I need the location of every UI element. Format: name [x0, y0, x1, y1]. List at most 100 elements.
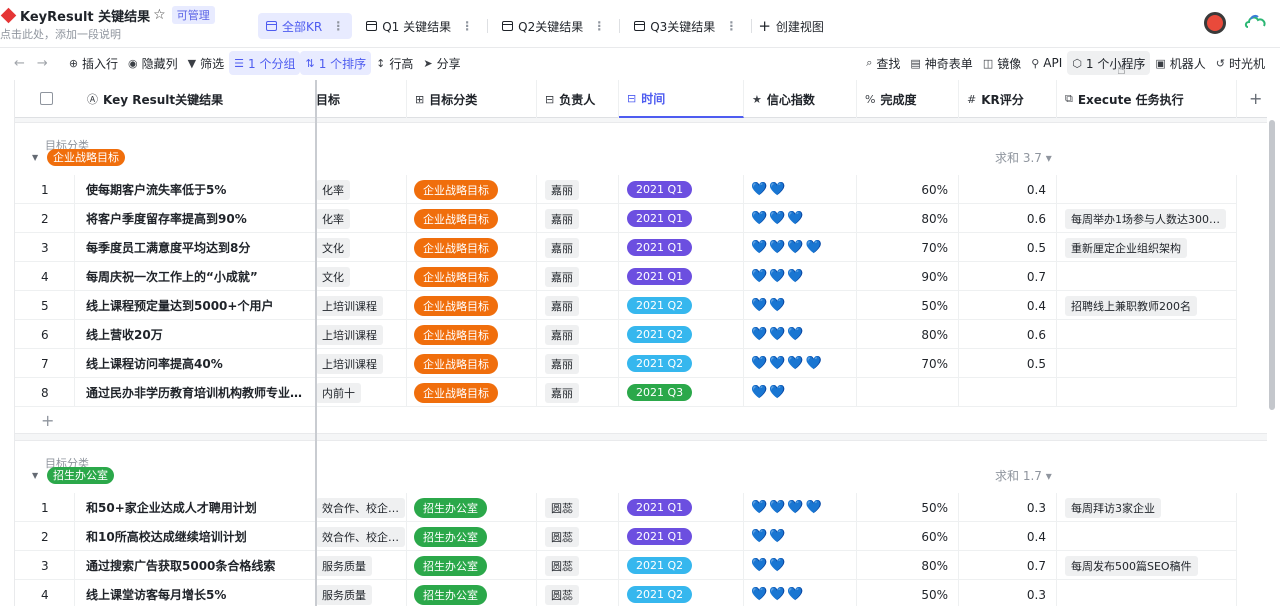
redo-icon[interactable]: →: [37, 56, 48, 71]
row-index[interactable]: 2: [15, 522, 75, 551]
execute-cell[interactable]: [1057, 580, 1237, 606]
kr-name-cell[interactable]: 使每期客户流失率低于5%: [75, 175, 316, 204]
execute-cell[interactable]: [1057, 378, 1237, 407]
owner-cell[interactable]: 圆蕊: [537, 493, 619, 522]
kr-name-cell[interactable]: 和10所高校达成继续培训计划: [75, 522, 316, 551]
target-cell[interactable]: 上培训课程: [316, 349, 407, 378]
owner-cell[interactable]: 嘉丽: [537, 233, 619, 262]
confidence-cell[interactable]: 💙💙💙: [744, 580, 857, 606]
kr-score-cell[interactable]: 0.3: [959, 493, 1057, 522]
kr-name-cell[interactable]: 通过民办非学历教育培训机构教师专业…: [75, 378, 316, 407]
kr-score-cell[interactable]: 0.3: [959, 580, 1057, 606]
group-sum[interactable]: 求和 1.7 ▾: [995, 467, 1052, 484]
percent-cell[interactable]: 80%: [857, 551, 959, 580]
kr-score-cell[interactable]: 0.4: [959, 522, 1057, 551]
hide-columns-button[interactable]: ◉ 隐藏列: [123, 51, 183, 75]
percent-cell[interactable]: 70%: [857, 349, 959, 378]
confidence-cell[interactable]: 💙💙: [744, 378, 857, 407]
add-row-button[interactable]: +: [41, 411, 54, 430]
category-cell[interactable]: 企业战略目标: [407, 320, 537, 349]
row-height-button[interactable]: ↕ 行高: [371, 51, 418, 75]
kr-score-cell[interactable]: 0.7: [959, 262, 1057, 291]
percent-cell[interactable]: 70%: [857, 233, 959, 262]
column-header-percent[interactable]: % 完成度: [857, 80, 959, 118]
more-icon[interactable]: ⋮: [461, 19, 473, 33]
table-row[interactable]: 1 使每期客户流失率低于5% 化率 企业战略目标 嘉丽 2021 Q1 💙💙 60% 0.4: [15, 175, 1237, 204]
target-cell[interactable]: 上培训课程: [316, 320, 407, 349]
kr-score-cell[interactable]: 0.6: [959, 204, 1057, 233]
avatar[interactable]: [1204, 12, 1226, 34]
tab-all-kr[interactable]: 全部KR ⋮: [258, 13, 353, 39]
confidence-cell[interactable]: 💙💙💙: [744, 262, 857, 291]
owner-cell[interactable]: 嘉丽: [537, 320, 619, 349]
owner-cell[interactable]: 嘉丽: [537, 175, 619, 204]
percent-cell[interactable]: 60%: [857, 175, 959, 204]
group-button[interactable]: ☰ 1 个分组: [229, 51, 301, 75]
category-cell[interactable]: 招生办公室: [407, 493, 537, 522]
confidence-cell[interactable]: 💙💙💙💙: [744, 349, 857, 378]
kr-score-cell[interactable]: 0.7: [959, 551, 1057, 580]
target-cell[interactable]: 服务质量: [316, 551, 407, 580]
percent-cell[interactable]: 50%: [857, 580, 959, 606]
owner-cell[interactable]: 嘉丽: [537, 378, 619, 407]
execute-cell[interactable]: [1057, 522, 1237, 551]
column-header-execute[interactable]: ⧉ Execute 任务执行: [1057, 80, 1237, 118]
undo-icon[interactable]: ←: [14, 56, 25, 71]
time-cell[interactable]: 2021 Q2: [619, 349, 744, 378]
time-cell[interactable]: 2021 Q1: [619, 493, 744, 522]
column-header-category[interactable]: ⊞ 目标分类: [407, 80, 537, 118]
owner-cell[interactable]: 嘉丽: [537, 291, 619, 320]
category-cell[interactable]: 企业战略目标: [407, 349, 537, 378]
percent-cell[interactable]: 80%: [857, 204, 959, 233]
column-header-time[interactable]: ⊟ 时间: [619, 80, 744, 118]
execute-cell[interactable]: 重新厘定企业组织架构: [1057, 233, 1237, 262]
table-row[interactable]: 4 每周庆祝一次工作上的“小成就” 文化 企业战略目标 嘉丽 2021 Q1 💙💙💙 90% 0…: [15, 262, 1237, 291]
more-icon[interactable]: ⋮: [593, 19, 605, 33]
percent-cell[interactable]: 60%: [857, 522, 959, 551]
target-cell[interactable]: 效合作、校企…: [316, 522, 407, 551]
kr-name-cell[interactable]: 线上课程访问率提高40%: [75, 349, 316, 378]
time-cell[interactable]: 2021 Q2: [619, 291, 744, 320]
kr-score-cell[interactable]: 0.4: [959, 291, 1057, 320]
kr-score-cell[interactable]: 0.5: [959, 233, 1057, 262]
tab-q1[interactable]: Q1 关键结果 ⋮: [358, 13, 481, 39]
permission-badge[interactable]: 可管理: [171, 6, 215, 24]
datasheet-title[interactable]: KeyResult 关键结果: [20, 6, 150, 25]
filter-button[interactable]: ▼ 筛选: [183, 51, 229, 75]
confidence-cell[interactable]: 💙💙: [744, 551, 857, 580]
target-cell[interactable]: 内前十: [316, 378, 407, 407]
tab-q3[interactable]: Q3关键结果 ⋮: [626, 13, 745, 39]
percent-cell[interactable]: 80%: [857, 320, 959, 349]
time-cell[interactable]: 2021 Q1: [619, 204, 744, 233]
kr-score-cell[interactable]: 0.5: [959, 349, 1057, 378]
kr-name-cell[interactable]: 和50+家企业达成人才聘用计划: [75, 493, 316, 522]
collapse-caret-icon[interactable]: ▼: [32, 153, 38, 162]
table-row[interactable]: 1 和50+家企业达成人才聘用计划 效合作、校企… 招生办公室 圆蕊 2021 Q1 💙💙💙…: [15, 493, 1237, 522]
table-row[interactable]: 8 通过民办非学历教育培训机构教师专业… 内前十 企业战略目标 嘉丽 2021 Q3 💙💙: [15, 378, 1237, 407]
target-cell[interactable]: 化率: [316, 204, 407, 233]
time-machine-button[interactable]: ↺ 时光机: [1211, 51, 1270, 75]
table-row[interactable]: 7 线上课程访问率提高40% 上培训课程 企业战略目标 嘉丽 2021 Q2 💙💙💙💙 70%…: [15, 349, 1237, 378]
confidence-cell[interactable]: 💙💙💙💙: [744, 493, 857, 522]
category-cell[interactable]: 企业战略目标: [407, 378, 537, 407]
execute-cell[interactable]: [1057, 349, 1237, 378]
time-cell[interactable]: 2021 Q1: [619, 522, 744, 551]
table-row[interactable]: 2 将客户季度留存率提高到90% 化率 企业战略目标 嘉丽 2021 Q1 💙💙💙 80% 0.…: [15, 204, 1237, 233]
row-index[interactable]: 1: [15, 493, 75, 522]
vertical-scrollbar[interactable]: [1269, 120, 1275, 410]
widget-button[interactable]: ⬡ 1 个小程序: [1067, 51, 1151, 75]
owner-cell[interactable]: 圆蕊: [537, 580, 619, 606]
column-header-target[interactable]: 目标: [316, 80, 407, 118]
execute-cell[interactable]: 每周拜访3家企业: [1057, 493, 1237, 522]
percent-cell[interactable]: 50%: [857, 291, 959, 320]
row-index[interactable]: 5: [15, 291, 75, 320]
row-index[interactable]: 6: [15, 320, 75, 349]
row-index[interactable]: 4: [15, 262, 75, 291]
owner-cell[interactable]: 嘉丽: [537, 262, 619, 291]
category-cell[interactable]: 企业战略目标: [407, 204, 537, 233]
api-button[interactable]: ⚲ API: [1026, 51, 1067, 75]
time-cell[interactable]: 2021 Q1: [619, 262, 744, 291]
column-header-owner[interactable]: ⊟ 负责人: [537, 80, 619, 118]
execute-cell[interactable]: [1057, 175, 1237, 204]
time-cell[interactable]: 2021 Q2: [619, 551, 744, 580]
